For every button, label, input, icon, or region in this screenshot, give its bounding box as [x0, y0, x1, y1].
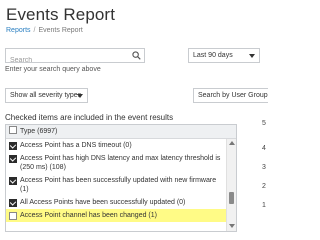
- event-type-list: Type (6997) Access Point has a DNS timeo…: [5, 124, 237, 232]
- type-checkbox[interactable]: [9, 199, 17, 207]
- scroll-down-icon[interactable]: [229, 224, 235, 228]
- scroll-thumb[interactable]: [229, 192, 234, 204]
- edge-value: 3: [262, 164, 266, 171]
- user-group-value: Search by User Group: [198, 92, 268, 99]
- type-rows: Access Point has a DNS timeout (0) Access…: [6, 139, 228, 222]
- breadcrumb-reports-link[interactable]: Reports: [6, 27, 31, 34]
- breadcrumb-current: Events Report: [38, 27, 83, 34]
- type-label: Access Point has been successfully updat…: [20, 177, 217, 193]
- search-hint: Enter your search query above: [5, 66, 101, 73]
- breadcrumb: Reports / Events Report: [6, 27, 83, 34]
- date-range-dropdown[interactable]: Last 90 days: [188, 48, 260, 63]
- list-item[interactable]: Access Point has high DNS latency and ma…: [6, 152, 228, 174]
- list-item[interactable]: Access Point has a DNS timeout (0): [6, 139, 228, 152]
- type-label: Access Point has a DNS timeout (0): [20, 142, 132, 149]
- user-group-dropdown[interactable]: Search by User Group: [193, 88, 268, 103]
- severity-dropdown[interactable]: Show all severity types: [5, 88, 88, 103]
- edge-value: 5: [262, 120, 266, 127]
- type-checkbox[interactable]: [9, 155, 17, 163]
- edge-value: 4: [262, 145, 266, 152]
- search-box: [5, 48, 145, 67]
- list-item[interactable]: Access Point channel has been changed (1…: [6, 209, 228, 222]
- type-checkbox[interactable]: [9, 142, 17, 150]
- checked-items-note: Checked items are included in the event …: [5, 113, 174, 122]
- list-item[interactable]: All Access Points have been successfully…: [6, 196, 228, 209]
- type-header-label: Type (6997): [20, 128, 58, 135]
- chevron-down-icon: [77, 94, 83, 98]
- page-title: Events Report: [6, 5, 116, 24]
- edge-value: 2: [262, 183, 266, 190]
- list-scrollbar[interactable]: [226, 139, 236, 231]
- type-checkbox[interactable]: [9, 177, 17, 185]
- severity-value: Show all severity types: [10, 92, 82, 99]
- type-checkbox[interactable]: [9, 212, 17, 220]
- type-header: Type (6997): [6, 125, 236, 139]
- search-icon[interactable]: [132, 51, 141, 60]
- type-label: All Access Points have been successfully…: [20, 199, 186, 206]
- list-item[interactable]: Access Point has been successfully updat…: [6, 174, 228, 196]
- type-label: Access Point channel has been changed (1…: [20, 212, 157, 219]
- edge-value: 1: [262, 202, 266, 209]
- chevron-down-icon: [249, 54, 255, 58]
- scroll-up-icon[interactable]: [229, 141, 235, 145]
- breadcrumb-separator: /: [33, 27, 36, 34]
- date-range-value: Last 90 days: [193, 52, 233, 59]
- type-label: Access Point has high DNS latency and ma…: [20, 155, 221, 171]
- type-all-checkbox[interactable]: [9, 126, 17, 135]
